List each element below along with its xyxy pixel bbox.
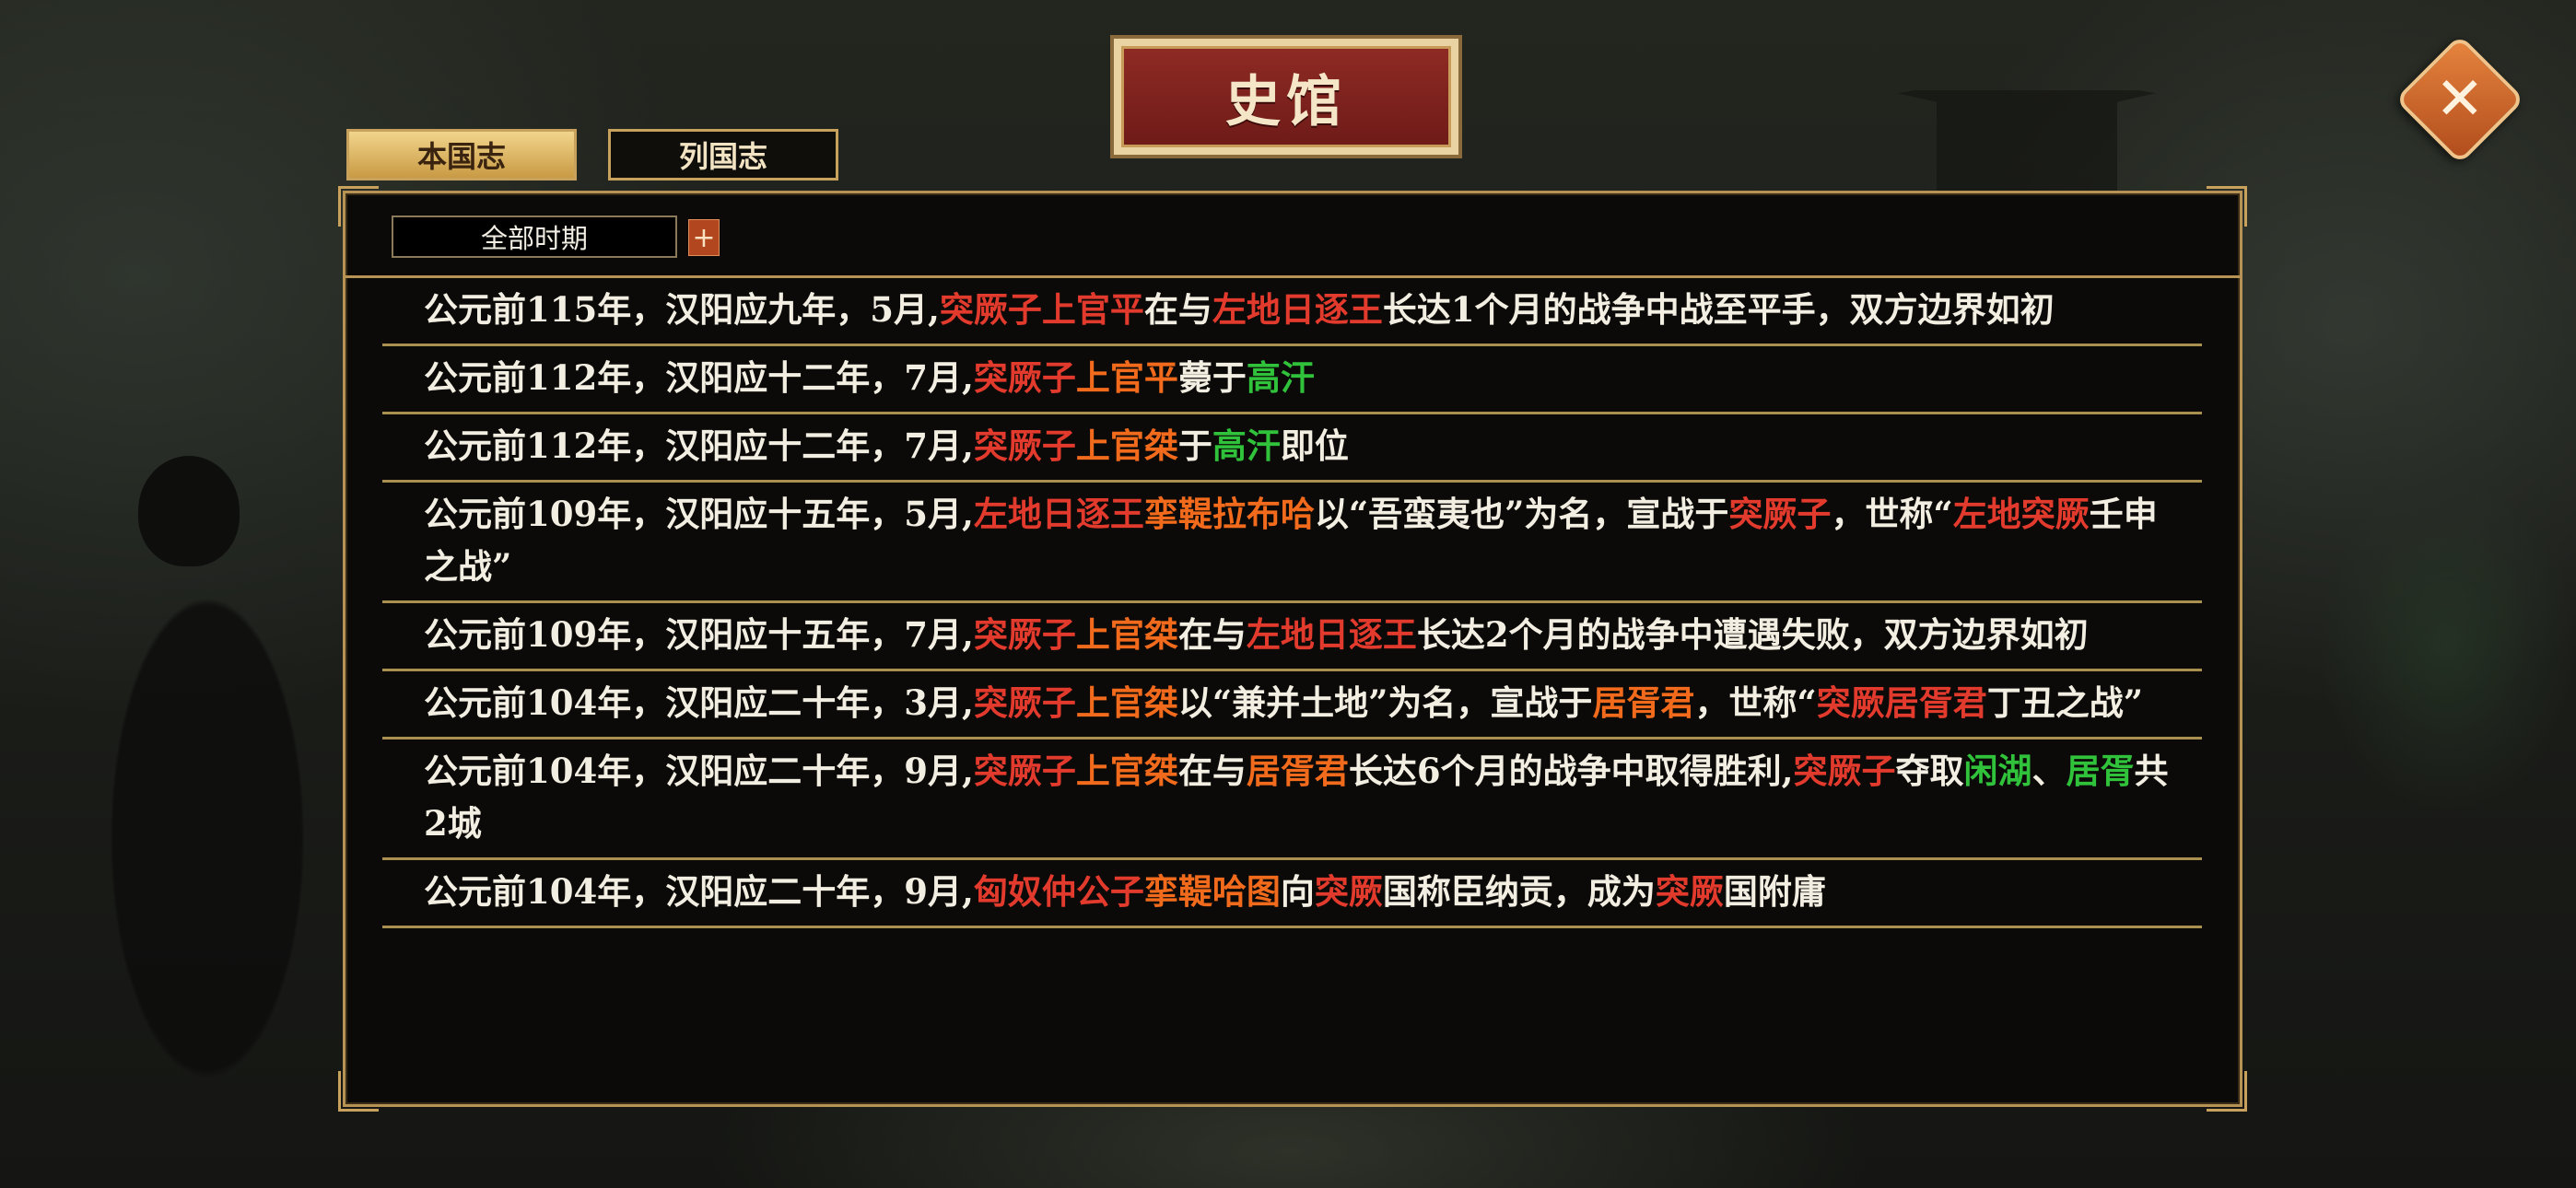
entry-segment: 在与 <box>1177 751 1247 791</box>
entry-segment: 左地日逐王 <box>1212 289 1383 330</box>
entry-segment: 居胥君 <box>1246 751 1349 791</box>
entry-segment: 丁丑之战” <box>1986 682 2144 723</box>
entry-segment: ，世称“ <box>1694 682 1817 723</box>
entry-segment: 突厥 <box>1655 871 1724 912</box>
entry-segment: 以“兼并土地”为名，宣战于 <box>1177 682 1593 723</box>
title-plaque: 史馆 <box>1110 35 1462 158</box>
entry-date: 公元前109年，汉阳应十五年，7月, <box>424 614 974 655</box>
entry-segment: 突厥居胥君 <box>1816 682 1987 723</box>
entry-segment: 闲湖 <box>1963 751 2032 791</box>
corner-ornament <box>338 1071 379 1112</box>
history-entry: 公元前112年，汉阳应十二年，7月,突厥子上官平薨于高汗 <box>382 346 2202 414</box>
entry-segment: 高汗 <box>1212 425 1281 466</box>
entry-segment: 上官桀 <box>1075 425 1178 466</box>
entry-segment: 上官桀 <box>1075 682 1178 723</box>
entry-segment: 左地突厥 <box>1952 494 2090 534</box>
entry-segment: 突厥子 <box>973 357 1076 398</box>
entry-segment: 向 <box>1280 871 1315 912</box>
entry-segment: 、 <box>2032 751 2067 791</box>
entry-segment: 居胥 <box>2066 751 2135 791</box>
entry-segment: 在与 <box>1177 614 1247 655</box>
entry-segment: 突厥子 <box>973 682 1076 723</box>
page-title: 史馆 <box>1225 69 1347 134</box>
entry-date: 公元前104年，汉阳应二十年，3月, <box>424 682 974 723</box>
history-entry: 公元前104年，汉阳应二十年，9月,突厥子上官桀在与居胥君长达6个月的战争中取得… <box>382 740 2202 860</box>
tree-foliage <box>2244 387 2576 903</box>
period-dropdown[interactable]: 全部时期 <box>392 215 677 258</box>
entry-segment: 左地日逐王 <box>1246 614 1417 655</box>
entry-segment: 上官桀 <box>1075 751 1178 791</box>
history-entry: 公元前104年，汉阳应二十年，3月,突厥子上官桀以“兼并土地”为名，宣战于居胥君… <box>382 671 2202 740</box>
entry-segment: 突厥子 <box>973 425 1076 466</box>
entry-date: 公元前115年，汉阳应九年，5月, <box>424 289 940 330</box>
filter-bar: 全部时期 + <box>345 193 2240 278</box>
history-entry: 公元前115年，汉阳应九年，5月,突厥子上官平在与左地日逐王长达1个月的战争中战… <box>382 278 2202 346</box>
entry-date: 公元前112年，汉阳应十二年，7月, <box>424 425 974 466</box>
entry-segment: 夺取 <box>1895 751 1964 791</box>
expand-period-button[interactable]: + <box>688 219 720 256</box>
entry-date: 公元前104年，汉阳应二十年，9月, <box>424 871 974 912</box>
entry-segment: 于 <box>1177 425 1212 466</box>
entry-segment: 即位 <box>1280 425 1349 466</box>
close-icon: ✕ <box>2435 65 2485 134</box>
entry-segment: 突厥子上官平 <box>939 289 1144 330</box>
entry-segment: 高汗 <box>1246 357 1315 398</box>
entry-segment: 突厥 <box>1314 871 1383 912</box>
entry-segment: 以“吾蛮夷也”为名，宣战于 <box>1314 494 1729 534</box>
entry-segment: 长达6个月的战争中取得胜利, <box>1348 751 1794 791</box>
entry-segment: 长达1个月的战争中战至平手，双方边界如初 <box>1382 289 2055 330</box>
scholar-head-silhouette <box>138 456 240 566</box>
entry-segment: 居胥君 <box>1592 682 1695 723</box>
entry-segment: 在与 <box>1143 289 1212 330</box>
entry-segment: 匈奴仲公子 <box>973 871 1144 912</box>
entry-segment: 突厥子 <box>973 614 1076 655</box>
entry-segment: 挛鞮拉布哈 <box>1143 494 1315 534</box>
entry-segment: 薨于 <box>1177 357 1247 398</box>
entry-segment: 挛鞮哈图 <box>1143 871 1281 912</box>
entry-date: 公元前104年，汉阳应二十年，9月, <box>424 751 974 791</box>
entry-date: 公元前109年，汉阳应十五年，5月, <box>424 494 974 534</box>
entry-segment: 左地日逐王 <box>973 494 1144 534</box>
entry-segment: 国称臣纳贡，成为 <box>1382 871 1656 912</box>
history-entry: 公元前112年，汉阳应十二年，7月,突厥子上官桀于高汗即位 <box>382 414 2202 483</box>
entry-segment: 突厥子 <box>1728 494 1832 534</box>
tab-other-countries[interactable]: 列国志 <box>608 129 838 181</box>
entry-segment: 上官桀 <box>1075 614 1178 655</box>
entry-segment: 国附庸 <box>1723 871 1826 912</box>
history-entry: 公元前109年，汉阳应十五年，7月,突厥子上官桀在与左地日逐王长达2个月的战争中… <box>382 603 2202 671</box>
entry-segment: 突厥子 <box>1793 751 1896 791</box>
history-entry: 公元前109年，汉阳应十五年，5月,左地日逐王挛鞮拉布哈以“吾蛮夷也”为名，宣战… <box>382 483 2202 603</box>
tab-own-country[interactable]: 本国志 <box>346 129 577 181</box>
entry-segment: 突厥子 <box>973 751 1076 791</box>
entry-segment: 长达2个月的战争中遭遇失败，双方边界如初 <box>1416 614 2089 655</box>
entry-date: 公元前112年，汉阳应十二年，7月, <box>424 357 974 398</box>
entry-segment: 上官平 <box>1075 357 1178 398</box>
corner-ornament <box>2207 1071 2247 1112</box>
history-panel: 全部时期 + 公元前115年，汉阳应九年，5月,突厥子上官平在与左地日逐王长达1… <box>338 186 2247 1112</box>
entry-segment: ，世称“ <box>1831 494 1953 534</box>
plus-icon: + <box>692 221 716 254</box>
history-list[interactable]: 公元前115年，汉阳应九年，5月,突厥子上官平在与左地日逐王长达1个月的战争中战… <box>382 278 2202 1102</box>
history-entry: 公元前104年，汉阳应二十年，9月,匈奴仲公子挛鞮哈图向突厥国称臣纳贡，成为突厥… <box>382 860 2202 928</box>
